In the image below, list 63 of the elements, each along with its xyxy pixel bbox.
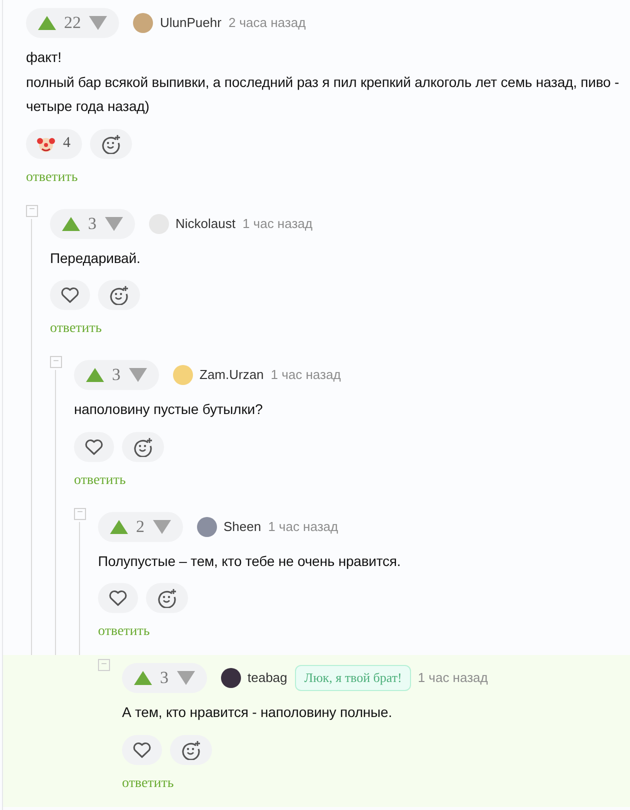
- downvote-icon[interactable]: [104, 216, 122, 230]
- emoji-add-icon: [181, 740, 201, 760]
- username[interactable]: Sheen: [224, 516, 262, 536]
- heart-icon: [109, 590, 127, 606]
- collapse-button[interactable]: −: [98, 659, 110, 671]
- comment-time: 1 час назад: [270, 366, 341, 384]
- username[interactable]: UlunPuehr: [160, 13, 222, 33]
- reaction-button[interactable]: 4: [26, 128, 82, 158]
- comment-text: факт! полный бар всякой выпивки, а последний раз я пил крепкий алкоголь лет семь назад, пиво - четыре года назад): [26, 48, 620, 116]
- downvote-icon[interactable]: [128, 368, 146, 382]
- reply-link[interactable]: ответить: [26, 168, 78, 188]
- like-button[interactable]: [122, 734, 162, 764]
- downvote-icon[interactable]: [152, 520, 170, 534]
- comment-time: 1 час назад: [418, 669, 488, 688]
- avatar: [196, 516, 216, 536]
- emoji-add-icon: [133, 436, 153, 456]
- reply-link[interactable]: ответить: [74, 470, 126, 490]
- rating-count: 2: [136, 516, 144, 538]
- emoji-add-icon: [100, 134, 120, 154]
- username[interactable]: Nickolaust: [176, 214, 236, 234]
- comment-text: А тем, кто нравится - наполовину полные.: [122, 703, 393, 722]
- reply-link[interactable]: ответить: [98, 622, 150, 642]
- collapse-button[interactable]: −: [26, 204, 38, 216]
- add-reaction-button[interactable]: [170, 734, 212, 764]
- reply-link[interactable]: ответить: [122, 774, 174, 794]
- heart-icon: [61, 287, 79, 303]
- add-reaction-button[interactable]: [146, 583, 188, 613]
- upvote-icon[interactable]: [38, 16, 56, 30]
- collapse-button[interactable]: −: [74, 508, 86, 520]
- avatar: [220, 668, 240, 688]
- upvote-icon[interactable]: [86, 368, 104, 382]
- upvote-icon[interactable]: [110, 520, 128, 534]
- comment-text: наполовину пустые бутылки?: [74, 400, 264, 419]
- avatar: [172, 365, 192, 385]
- rating-count: 3: [160, 667, 168, 690]
- like-button[interactable]: [74, 432, 114, 462]
- add-reaction-button[interactable]: [98, 280, 140, 310]
- user-badge: Люк, я твой брат!: [295, 665, 411, 691]
- heart-icon: [85, 438, 103, 454]
- rating-count: 3: [112, 364, 120, 386]
- upvote-icon[interactable]: [134, 671, 152, 685]
- rating-count: 22: [64, 12, 81, 34]
- comment-time: 2 часа назад: [228, 14, 306, 32]
- comment-text: Полупустые – тем, кто тебе не очень нравится.: [98, 552, 402, 571]
- reply-link[interactable]: ответить: [50, 319, 102, 339]
- like-button[interactable]: [98, 583, 138, 613]
- rating-count: 3: [88, 212, 96, 235]
- comment-text: Передаривай.: [50, 248, 142, 268]
- like-button[interactable]: [50, 280, 90, 310]
- emoji-add-icon: [157, 588, 177, 608]
- downvote-icon[interactable]: [89, 16, 107, 30]
- username[interactable]: Zam.Urzan: [200, 365, 264, 385]
- collapse-button[interactable]: −: [50, 356, 62, 368]
- avatar: [133, 13, 153, 33]
- upvote-icon[interactable]: [62, 216, 80, 230]
- emoji-add-icon: [109, 285, 129, 305]
- comment-time: 1 час назад: [268, 518, 338, 536]
- add-reaction-button[interactable]: [90, 128, 132, 158]
- comment-time: 1 час назад: [242, 214, 312, 233]
- heart-icon: [133, 742, 151, 758]
- username[interactable]: teabag: [248, 668, 288, 688]
- add-reaction-button[interactable]: [122, 432, 164, 462]
- downvote-icon[interactable]: [176, 671, 194, 685]
